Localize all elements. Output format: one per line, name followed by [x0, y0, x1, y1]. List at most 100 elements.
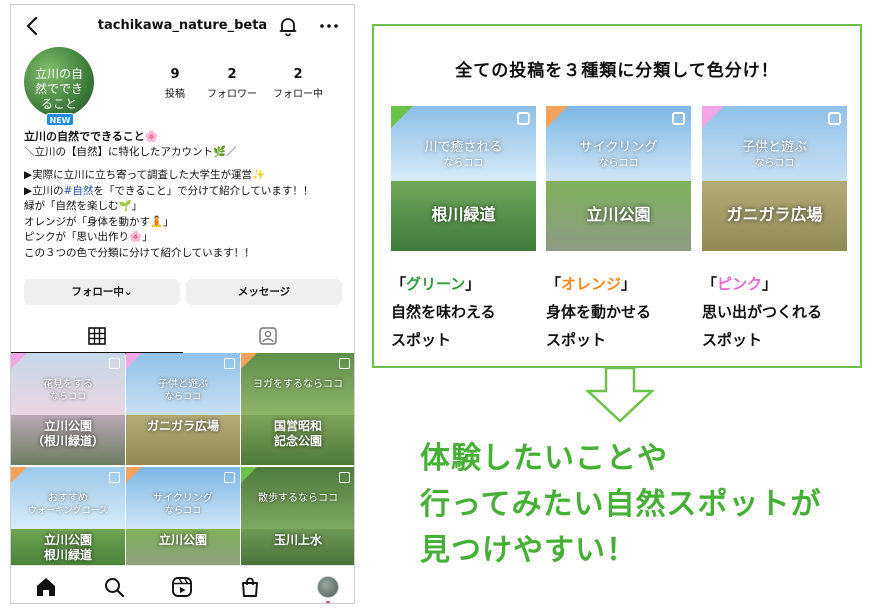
post-place-name: ガニガラ広場	[146, 419, 219, 433]
post-title: おすすめ	[48, 493, 88, 504]
multi-image-icon	[224, 472, 235, 483]
bio-line: ▶立川の#自然を「できること」で分けて紹介しています！！	[24, 184, 349, 200]
following-button[interactable]: フォロー中⌄	[24, 279, 180, 305]
multi-image-icon	[109, 472, 120, 483]
bracket: 」	[465, 275, 481, 293]
category-tag	[126, 467, 142, 483]
post-place: 国営昭和 記念公園	[241, 419, 354, 449]
post-title: サイクリング	[153, 493, 213, 504]
post-subtitle: ならココ	[164, 392, 201, 402]
post-place: 立川公園 （根川緑道）	[11, 419, 125, 449]
post-place-name: 立川公園	[43, 533, 92, 547]
stat-followers[interactable]: 2 フォロワー	[197, 67, 267, 100]
stat-following-count: 2	[293, 67, 303, 82]
category-desc: スポット	[546, 331, 607, 349]
reels-icon[interactable]	[171, 576, 193, 598]
multi-image-icon	[109, 358, 120, 369]
more-icon[interactable]	[317, 15, 341, 37]
post-place-name: 国営昭和	[273, 419, 322, 433]
profile-actions: フォロー中⌄ メッセージ	[24, 279, 342, 305]
profile-avatar-area[interactable]: 立川の自然でできること NEW	[24, 47, 94, 126]
post-thumbnail[interactable]: サイクリング ならココ 立川公園	[126, 467, 240, 579]
card-title: 子供と遊ぶ	[741, 140, 807, 155]
post-title: 散歩するならココ	[258, 493, 338, 504]
post-thumbnail[interactable]: ヨガをするならココ 国営昭和 記念公園	[241, 353, 354, 465]
category-name-line: 「ピンク」	[702, 270, 852, 298]
avatar-logo-text: 立川の自然でできること	[34, 67, 83, 111]
bell-icon[interactable]	[277, 15, 299, 37]
post-thumbnail[interactable]: 花見をする ならココ 立川公園 （根川緑道）	[11, 353, 125, 465]
bracket: 「	[391, 275, 407, 293]
category-desc: スポット	[702, 331, 763, 349]
post-place-name: 立川公園	[158, 533, 207, 547]
post-subtitle: ならココ	[164, 506, 201, 516]
bio-line: ピンクが「思い出作り🌸」	[24, 231, 153, 243]
stat-following[interactable]: 2 フォロー中	[263, 67, 333, 100]
category-name-line: 「オレンジ」	[546, 270, 696, 298]
category-tag	[11, 467, 27, 483]
bio-display-name: 立川の自然でできること🌸	[24, 130, 159, 143]
post-thumbnail[interactable]: 子供と遊ぶ ならココ ガニガラ広場	[126, 353, 240, 465]
legend-title: 全ての投稿を３種類に分類して色分け！	[455, 61, 779, 81]
legend-card-pink: 子供と遊ぶ ならココ ガニガラ広場	[702, 106, 847, 251]
post-place-name: 玉川上水	[273, 533, 322, 547]
category-name: ピンク	[717, 275, 763, 293]
profile-tabs	[11, 318, 354, 354]
tagline-line: 見つけやすい！	[420, 533, 637, 568]
category-tag	[241, 353, 257, 369]
bio-line: ▶実際に立川に立ち寄って調査した大学生が運営✨	[24, 169, 266, 181]
category-desc: スポット	[391, 331, 452, 349]
avatar[interactable]: 立川の自然でできること	[24, 47, 94, 117]
post-place-name-2: 根川緑道	[43, 548, 92, 562]
post-thumbnail[interactable]: 散歩するならココ 玉川上水	[241, 467, 354, 579]
category-orange: 「オレンジ」 身体を動かせる スポット	[546, 270, 696, 354]
post-subtitle: ウォーキングコース	[27, 506, 109, 516]
notification-dot	[326, 601, 330, 603]
bracket: 「	[702, 275, 718, 293]
post-title: ヨガをするならココ	[253, 379, 343, 390]
category-green: 「グリーン」 自然を味わえる スポット	[391, 270, 541, 354]
card-title: サイクリング	[579, 140, 658, 155]
category-name: グリーン	[406, 275, 466, 293]
down-arrow-icon	[586, 367, 654, 423]
bracket: 「	[546, 275, 562, 293]
category-tag	[126, 353, 142, 369]
category-tag	[702, 106, 724, 128]
card-subtitle: ならココ	[754, 158, 795, 169]
category-desc: 身体を動かせる	[546, 303, 652, 321]
post-title: 子供と遊ぶ	[158, 379, 208, 390]
top-bar: tachikawa_nature_beta	[11, 5, 354, 47]
post-place-name: 立川公園	[43, 419, 92, 433]
bio-line: この３つの色で分類に分けて紹介しています！！	[24, 246, 255, 259]
hashtag-link[interactable]: #自然	[64, 185, 94, 197]
profile-username: tachikawa_nature_beta	[97, 18, 268, 33]
tagline-line: 体験したいことや	[420, 441, 668, 476]
legend-card-orange: サイクリング ならココ 立川公園	[546, 106, 691, 251]
stat-following-label: フォロー中	[273, 89, 323, 100]
category-tag	[241, 467, 257, 483]
multi-image-icon	[517, 112, 530, 125]
category-tag	[546, 106, 568, 128]
profile-nav-avatar[interactable]	[317, 576, 339, 598]
message-button[interactable]: メッセージ	[186, 279, 342, 305]
category-pink: 「ピンク」 思い出がつくれる スポット	[702, 270, 852, 354]
instagram-profile-screen: tachikawa_nature_beta 立川の自然でできること NEW 9 …	[10, 4, 355, 604]
bottom-navigation	[11, 565, 354, 603]
post-thumbnail[interactable]: おすすめ ウォーキングコース 立川公園 根川緑道	[11, 467, 125, 579]
tagline: 体験したいことや 行ってみたい自然スポットが 見つけやすい！	[420, 436, 860, 574]
card-subtitle: ならココ	[598, 158, 639, 169]
post-place-name-2: （根川緑道）	[31, 434, 104, 448]
card-title: 川で癒される	[424, 140, 503, 155]
stat-followers-count: 2	[227, 67, 237, 82]
home-icon[interactable]	[35, 576, 57, 598]
bracket: 」	[621, 275, 637, 293]
new-badge: NEW	[46, 113, 74, 126]
tab-posts-grid[interactable]	[11, 318, 183, 354]
tab-tagged[interactable]	[183, 318, 355, 354]
multi-image-icon	[339, 358, 350, 369]
search-icon[interactable]	[103, 576, 125, 598]
shop-icon[interactable]	[239, 576, 261, 598]
stat-followers-label: フォロワー	[207, 89, 257, 100]
category-tag	[391, 106, 413, 128]
post-grid: 花見をする ならココ 立川公園 （根川緑道） 子供と遊ぶ ならココ ガニガラ広場 …	[11, 353, 354, 579]
